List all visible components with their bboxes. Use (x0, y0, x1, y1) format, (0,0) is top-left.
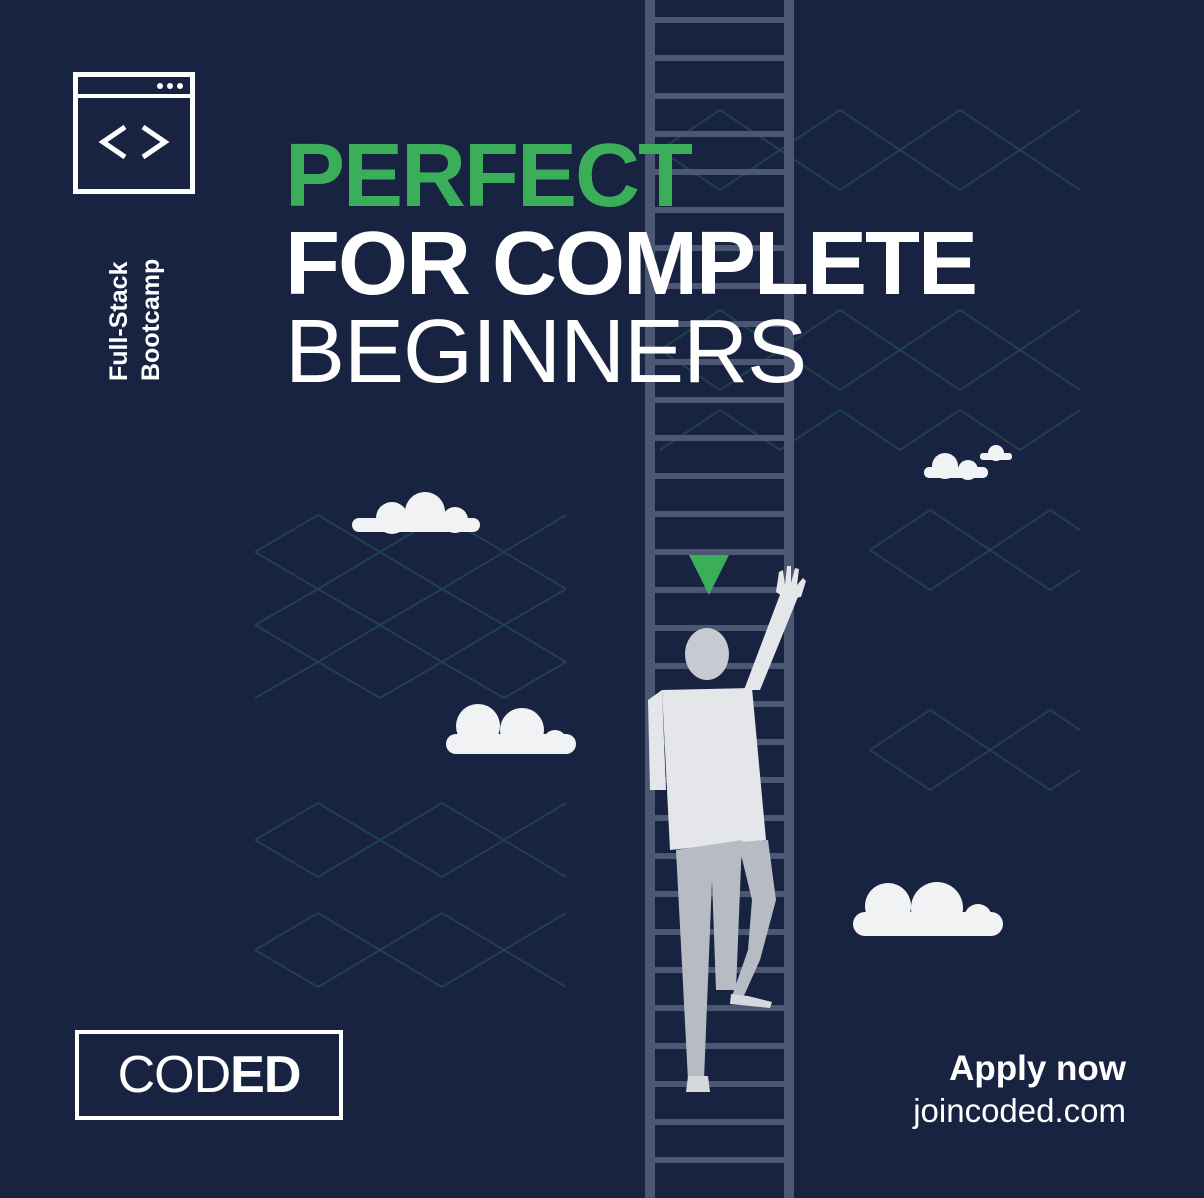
bootcamp-label-line1: Full-Stack (105, 261, 133, 381)
website-link[interactable]: joincoded.com (913, 1090, 1126, 1132)
cloud-icon (853, 882, 1003, 936)
cloud-icon (352, 492, 480, 534)
cloud-icon (924, 445, 1012, 480)
cloud-icon (446, 704, 576, 754)
climbing-person-illustration (648, 566, 806, 1092)
bootcamp-label: Full-Stack Bootcamp (100, 221, 170, 381)
logo-text-light: COD (117, 1046, 232, 1104)
headline-line1: PERFECT (285, 126, 693, 226)
headline: PERFECT FOR COMPLETE BEGINNERS (285, 126, 978, 402)
poster: Full-Stack Bootcamp PERFECT FOR COMPLETE… (0, 0, 1204, 1198)
code-window-icon (73, 72, 195, 194)
coded-logo: COD ED (75, 1030, 343, 1120)
headline-line3: BEGINNERS (285, 302, 807, 402)
headline-line2: FOR COMPLETE (285, 214, 978, 314)
apply-now-text: Apply now (949, 1049, 1126, 1088)
logo-text-bold: ED (230, 1046, 301, 1104)
call-to-action: Apply now joincoded.com (913, 1048, 1126, 1132)
bootcamp-label-line2: Bootcamp (137, 258, 165, 381)
